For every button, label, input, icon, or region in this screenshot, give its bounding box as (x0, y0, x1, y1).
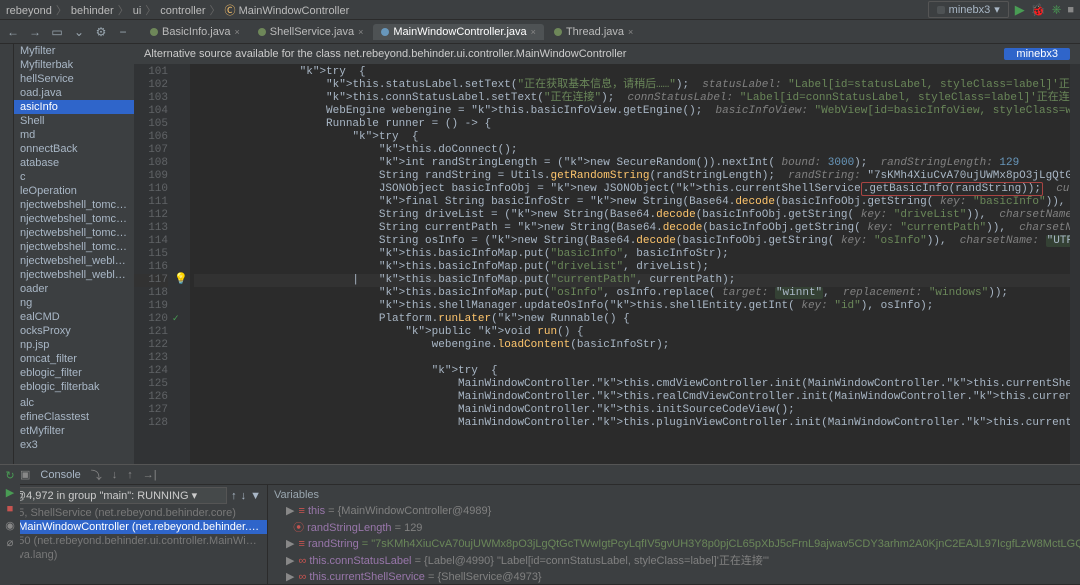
select-icon[interactable]: ▭ (50, 25, 64, 39)
structure-item[interactable]: Myfilterbak (14, 58, 134, 72)
file-tab[interactable]: ShellService.java× (250, 24, 372, 40)
step-out-icon[interactable]: ↑ (127, 469, 133, 481)
debug-side-tools: ↻ ▶ ■ ◉ ⌀ (0, 465, 20, 585)
variables-panel[interactable]: Variables ▶≡ this = {MainWindowControlle… (268, 485, 1080, 584)
structure-item[interactable]: alc (14, 396, 134, 410)
back-icon[interactable]: ← (6, 25, 20, 39)
profile-icon[interactable]: ⎈ (1052, 2, 1062, 17)
stack-frame[interactable]: 995, ShellService (net.rebeyond.behinder… (0, 506, 267, 520)
vars-title: Variables (274, 487, 1074, 503)
breadcrumb[interactable]: rebeyond〉behinder〉ui〉controller〉Ⓒ MainWi… (6, 2, 928, 18)
structure-item[interactable]: oad.java (14, 86, 134, 100)
structure-item[interactable]: md (14, 128, 134, 142)
variable-row[interactable]: ▶≡ randString = "7sKMh4XiuCvA70ujUWMx8pO… (274, 536, 1074, 551)
structure-item[interactable]: njectwebshell_weblogicbak (14, 268, 134, 282)
settings-icon[interactable]: ⚙ (94, 25, 108, 39)
banner-text: Alternative source available for the cla… (144, 48, 626, 60)
file-tab[interactable]: MainWindowController.java× (373, 24, 544, 40)
run-config-selector[interactable]: minebx3 ▾ (928, 1, 1009, 18)
run-controls: minebx3 ▾ ▶ 🐞 ⎈ ■ (928, 1, 1074, 18)
console-tab[interactable]: Console (40, 469, 80, 481)
structure-item[interactable]: oader (14, 282, 134, 296)
structure-item[interactable]: onnectBack (14, 142, 134, 156)
rerun-icon[interactable]: ↻ (5, 469, 14, 482)
structure-item[interactable]: ocksProxy (14, 324, 134, 338)
filter-frames-icon[interactable]: ▼ (250, 490, 261, 502)
stack-frame[interactable]: (java.lang) (0, 548, 267, 562)
stack-frame[interactable]: 8350 (net.rebeyond.behinder.ui.controlle… (0, 534, 267, 548)
top-bar: rebeyond〉behinder〉ui〉controller〉Ⓒ MainWi… (0, 0, 1080, 20)
thread-selector[interactable]: "@4,972 in group "main": RUNNING ▾ (6, 487, 227, 504)
structure-item[interactable]: njectwebshell_weblogic (14, 254, 134, 268)
forward-icon[interactable]: → (28, 25, 42, 39)
structure-item[interactable]: njectwebshell_tomcat_mbeans (14, 212, 134, 226)
minus-icon[interactable]: − (116, 25, 130, 39)
decompile-banner: Alternative source available for the cla… (134, 44, 1080, 64)
next-frame-icon[interactable]: ↓ (241, 490, 247, 502)
step-into-icon[interactable]: ↓ (112, 469, 118, 481)
structure-item[interactable]: atabase (14, 156, 134, 170)
debug-tabs: ▣ Console ⤵ ↓ ↑ →| (0, 465, 1080, 485)
editor-tabs: BasicInfo.java×ShellService.java×MainWin… (142, 24, 641, 40)
banner-action[interactable]: minebx3 (1004, 48, 1070, 60)
mute-bp-icon[interactable]: ⌀ (7, 536, 14, 549)
structure-item[interactable]: njectwebshell_tomcat_skay (14, 226, 134, 240)
step-over-icon[interactable]: ⤵ (91, 467, 102, 483)
structure-item[interactable]: np.jsp (14, 338, 134, 352)
variable-row[interactable]: ▶≡ this = {MainWindowController@4989} (274, 503, 1074, 518)
debug-panel: ↻ ▶ ■ ◉ ⌀ ▣ Console ⤵ ↓ ↑ →| "@4,972 in … (0, 464, 1080, 584)
resume-icon[interactable]: ▶ (6, 486, 14, 499)
variable-row[interactable]: ▶∞ this.connStatusLabel = {Label@4990} "… (274, 551, 1074, 569)
variable-row[interactable]: ⦿ randStringLength = 129 (274, 518, 1074, 536)
structure-item[interactable]: omcat_filter (14, 352, 134, 366)
stop-icon[interactable]: ■ (1067, 4, 1074, 16)
structure-item[interactable]: Shell (14, 114, 134, 128)
structure-item[interactable]: njectwebshell_tomcat_three (14, 240, 134, 254)
structure-item[interactable]: c (14, 170, 134, 184)
variable-row[interactable]: ▶∞ this.currentShellService = {ShellServ… (274, 569, 1074, 584)
prev-frame-icon[interactable]: ↑ (231, 490, 237, 502)
file-tab[interactable]: Thread.java× (546, 24, 641, 40)
view-bp-icon[interactable]: ◉ (5, 519, 15, 532)
run-icon[interactable]: ▶ (1015, 2, 1025, 18)
stop-debug-icon[interactable]: ■ (7, 503, 14, 515)
debug-icon[interactable]: 🐞 (1031, 3, 1046, 17)
structure-item[interactable]: Myfilter (14, 44, 134, 58)
debugger-tab-icon[interactable]: ▣ (20, 468, 30, 481)
stack-frame[interactable]: 0, MainWindowController (net.rebeyond.be… (0, 520, 267, 534)
run-to-cursor-icon[interactable]: →| (143, 469, 157, 481)
structure-item[interactable]: efineClasstest (14, 410, 134, 424)
collapse-icon[interactable]: ⌄ (72, 25, 86, 39)
structure-item[interactable]: hellService (14, 72, 134, 86)
structure-item[interactable]: asicInfo (14, 100, 134, 114)
frames-panel[interactable]: "@4,972 in group "main": RUNNING ▾ ↑ ↓ ▼… (0, 485, 268, 584)
structure-item[interactable]: ex3 (14, 438, 134, 452)
structure-item[interactable]: eblogic_filter (14, 366, 134, 380)
structure-item[interactable]: ng (14, 296, 134, 310)
structure-item[interactable]: njectwebshell_tomcat6 (14, 198, 134, 212)
structure-item[interactable]: leOperation (14, 184, 134, 198)
structure-item[interactable]: ealCMD (14, 310, 134, 324)
structure-item[interactable]: eblogic_filterbak (14, 380, 134, 394)
nav-toolbar: ← → ▭ ⌄ ⚙ − BasicInfo.java×ShellService.… (0, 20, 1080, 44)
file-tab[interactable]: BasicInfo.java× (142, 24, 248, 40)
structure-item[interactable]: etMyfilter (14, 424, 134, 438)
